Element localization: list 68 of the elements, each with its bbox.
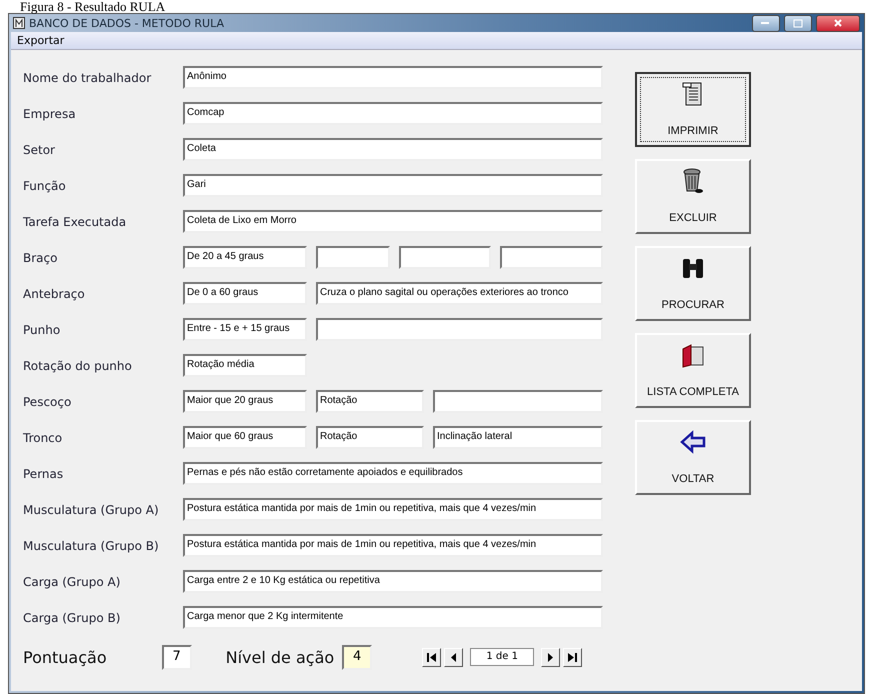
first-record-button[interactable] (422, 648, 442, 666)
field-label: Rotação do punho (23, 358, 133, 372)
score-label: Pontuação (23, 648, 107, 666)
text-field[interactable]: Gari (183, 174, 603, 197)
text-field[interactable]: Postura estática mantida por mais de 1min ou repetitiva, mais que 4 vezes/min (183, 534, 603, 557)
action-level-label: Nível de ação (226, 648, 334, 666)
text-field[interactable]: Rotação (316, 390, 424, 413)
field-label: Carga (Grupo B) (23, 610, 122, 624)
field-label: Braço (23, 250, 58, 264)
first-icon (426, 652, 438, 662)
toolbar-button[interactable]: LISTA COMPLETA (635, 333, 751, 408)
text-field[interactable] (316, 246, 390, 269)
field-label: Tronco (23, 430, 64, 444)
text-field[interactable]: Carga entre 2 e 10 Kg estática ou repetitiva (183, 570, 603, 593)
next-record-button[interactable] (541, 648, 560, 666)
text-field[interactable] (433, 390, 603, 413)
text-field[interactable] (500, 246, 603, 269)
text-field[interactable]: Pernas e pés não estão corretamente apoiados e equilibrados (183, 462, 603, 485)
text-field[interactable]: Anônimo (183, 66, 603, 89)
field-label: Setor (23, 142, 56, 156)
maximize-icon (793, 18, 803, 28)
close-button[interactable] (816, 14, 860, 32)
text-field[interactable] (399, 246, 491, 269)
toolbar-button[interactable]: EXCLUIR (635, 159, 751, 234)
field-label: Carga (Grupo A) (23, 574, 122, 588)
text-field[interactable]: Coleta (183, 138, 603, 161)
minimize-icon (761, 21, 771, 25)
last-record-button[interactable] (563, 648, 582, 666)
left-arrow-icon (679, 428, 707, 456)
field-label: Punho (23, 322, 62, 336)
previous-record-button[interactable] (444, 648, 464, 666)
text-field[interactable]: Coleta de Lixo em Morro (183, 210, 603, 233)
menu-item[interactable]: Exportar (11, 34, 70, 47)
action-level-field[interactable]: 4 (342, 644, 372, 670)
minimize-button[interactable] (752, 14, 780, 32)
toolbar-button[interactable]: IMPRIMIR (635, 72, 751, 147)
text-field[interactable]: Entre - 15 e + 15 graus (183, 318, 307, 341)
text-field[interactable]: Rotação (316, 426, 424, 449)
text-field[interactable]: Postura estática mantida por mais de 1min ou repetitiva, mais que 4 vezes/min (183, 498, 603, 521)
field-label: Musculatura (Grupo A) (23, 502, 160, 516)
score-field[interactable]: 7 (162, 644, 192, 670)
text-field[interactable]: Maior que 20 graus (183, 390, 307, 413)
text-field[interactable]: Carga menor que 2 Kg intermitente (183, 606, 603, 629)
field-label: Antebraço (23, 286, 86, 300)
text-field[interactable]: Inclinação lateral (433, 426, 603, 449)
toolbar-button[interactable]: VOLTAR (635, 420, 751, 495)
field-label: Função (23, 178, 67, 192)
last-icon (567, 652, 578, 662)
field-label: Nome do trabalhador (23, 70, 152, 84)
field-label: Empresa (23, 106, 77, 120)
toolbar-button[interactable]: PROCURAR (635, 246, 751, 321)
text-field[interactable] (316, 318, 603, 341)
field-label: Pescoço (23, 394, 72, 408)
window-title: BANCO DE DADOS - METODO RULA (29, 16, 225, 30)
text-field[interactable]: Maior que 60 graus (183, 426, 307, 449)
field-label: Tarefa Executada (23, 214, 128, 228)
text-field[interactable]: De 20 a 45 graus (183, 246, 307, 269)
figure-caption: Figura 8 - Resultado RULA (19, 0, 166, 13)
text-field[interactable]: Cruza o plano sagital ou operações exteriores ao tronco (316, 282, 603, 305)
field-label: Musculatura (Grupo B) (23, 538, 160, 552)
text-field[interactable]: Rotação média (183, 354, 307, 377)
text-field[interactable]: Comcap (183, 102, 603, 125)
close-icon (833, 18, 843, 28)
maximize-button[interactable] (784, 14, 812, 32)
field-label: Pernas (23, 466, 64, 480)
app-icon (13, 17, 25, 29)
record-position: 1 de 1 (470, 648, 534, 666)
text-field[interactable]: De 0 a 60 graus (183, 282, 307, 305)
